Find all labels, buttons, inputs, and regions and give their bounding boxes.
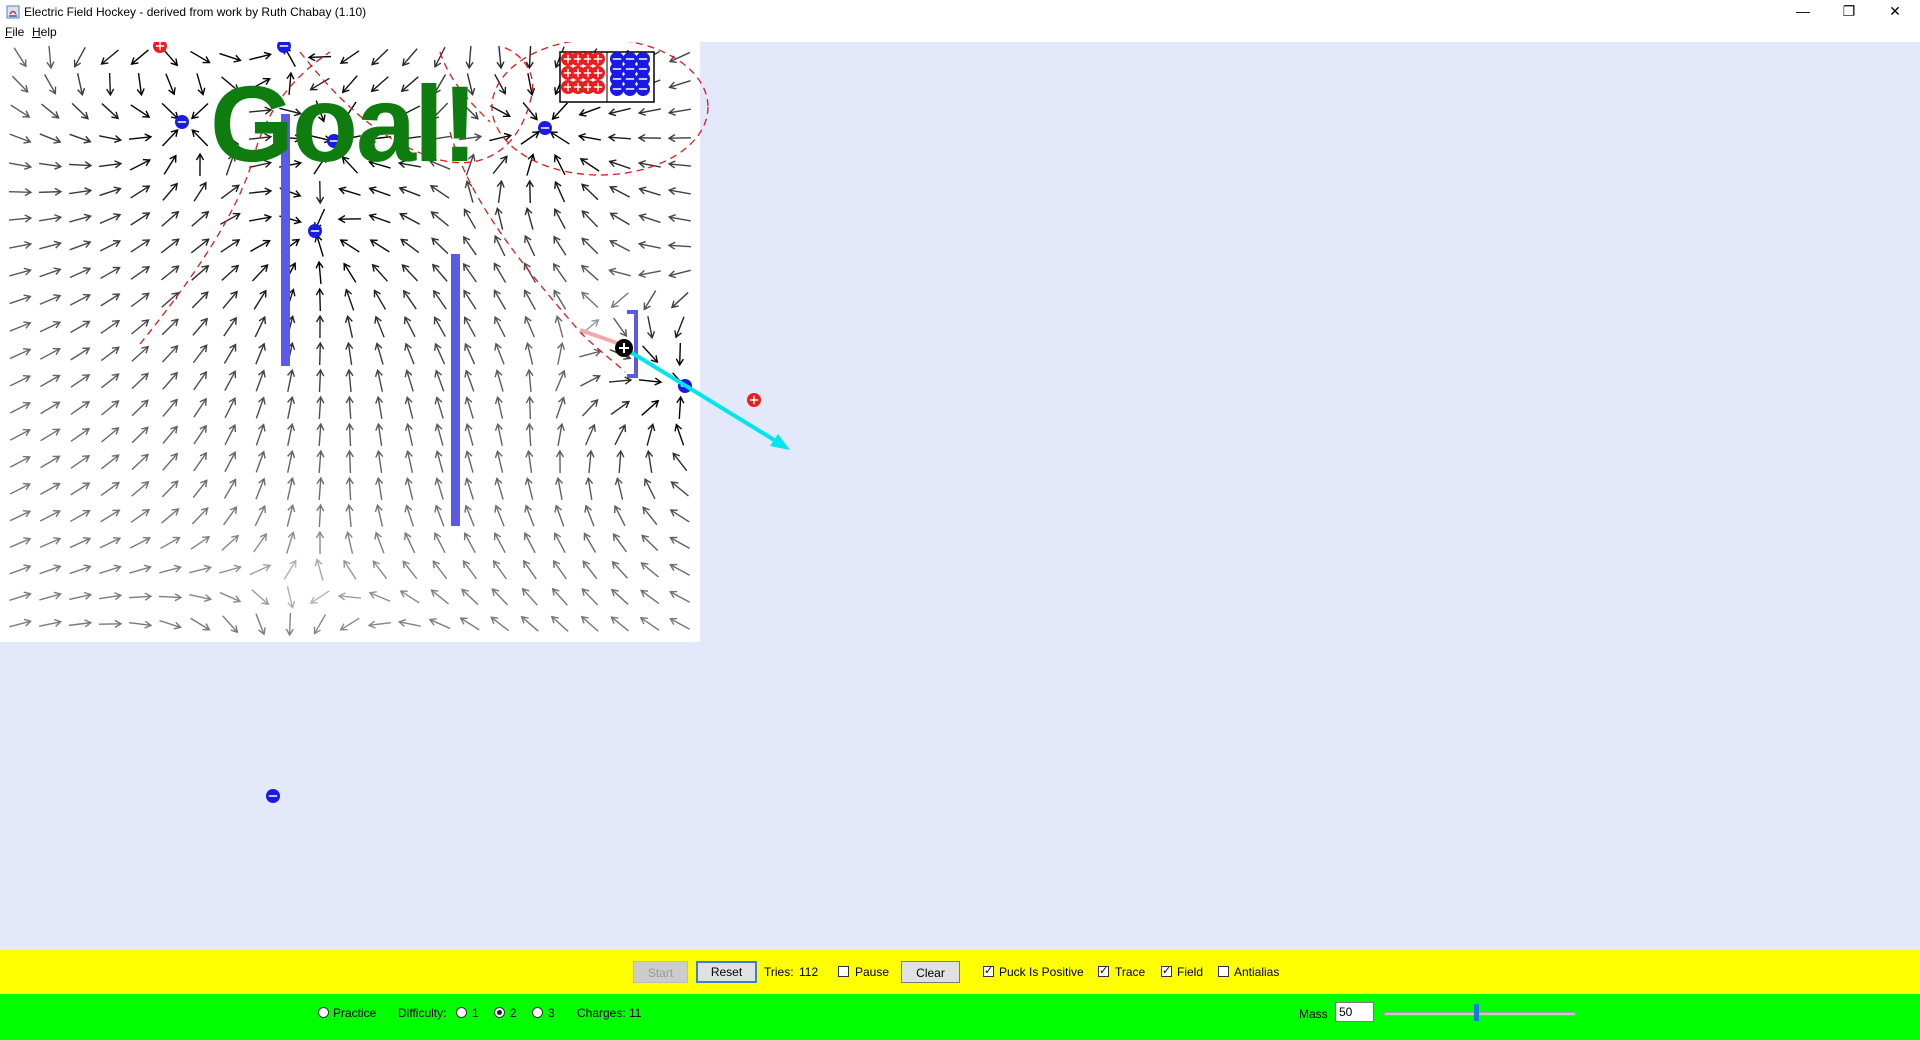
window-title: Electric Field Hockey - derived from wor…	[24, 5, 367, 19]
difficulty-2-radio[interactable]	[494, 1007, 505, 1018]
menu-help[interactable]: Help	[32, 25, 57, 39]
goal-message: Goal!	[210, 63, 478, 184]
plus-charge-icon[interactable]	[591, 80, 605, 94]
plus-charge-icon[interactable]	[591, 52, 605, 66]
minus-charge-icon[interactable]	[266, 789, 280, 803]
field-label: Field	[1177, 965, 1204, 979]
menu-file[interactable]: File	[5, 25, 24, 39]
puck-icon[interactable]	[615, 339, 633, 357]
minus-charge-icon[interactable]	[538, 121, 552, 135]
plus-charge-icon[interactable]	[591, 66, 605, 80]
tries-value: 112	[799, 965, 819, 979]
reset-button[interactable]: Reset	[696, 961, 757, 983]
puck-positive-label: Puck Is Positive	[999, 965, 1084, 979]
trace-checkbox[interactable]: ✓	[1098, 966, 1109, 977]
clear-button[interactable]: Clear	[901, 961, 960, 983]
title-bar: Electric Field Hockey - derived from wor…	[0, 0, 1920, 24]
close-button[interactable]: ✕	[1872, 0, 1918, 24]
control-toolbar: Start Reset Tries: 112 Pause Clear ✓ Puc…	[0, 950, 1920, 994]
antialias-checkbox[interactable]	[1218, 966, 1229, 977]
pause-label: Pause	[855, 965, 890, 979]
menu-bar: File Help	[0, 24, 1920, 42]
minus-charge-icon[interactable]	[610, 82, 624, 96]
field-checkbox[interactable]: ✓	[1161, 966, 1172, 977]
minimize-button[interactable]: —	[1780, 0, 1826, 24]
minus-charge-icon[interactable]	[308, 224, 322, 238]
difficulty-1-radio[interactable]	[456, 1007, 467, 1018]
wall-bar	[451, 254, 460, 526]
difficulty-1-label: 1	[472, 1006, 479, 1020]
difficulty-2-label: 2	[510, 1006, 517, 1020]
antialias-label: Antialias	[1234, 965, 1280, 979]
mass-slider-thumb[interactable]	[1474, 1004, 1479, 1021]
minus-charge-icon[interactable]	[175, 115, 189, 129]
practice-label: Practice	[333, 1006, 377, 1020]
mass-input[interactable]	[1335, 1002, 1374, 1022]
plus-charge-icon[interactable]	[747, 393, 761, 407]
minus-charge-icon[interactable]	[636, 82, 650, 96]
playfield-canvas[interactable]: Goal!	[0, 42, 1920, 950]
difficulty-toolbar: Practice Difficulty: 1 2 3 Charges: 11 M…	[0, 994, 1920, 1040]
trace-label: Trace	[1115, 965, 1146, 979]
pause-checkbox[interactable]	[838, 966, 849, 977]
java-app-icon	[6, 5, 20, 19]
difficulty-label: Difficulty:	[398, 1006, 447, 1020]
start-button[interactable]: Start	[633, 961, 688, 983]
difficulty-3-radio[interactable]	[532, 1007, 543, 1018]
force-vector-head	[770, 434, 790, 450]
maximize-button[interactable]: ❐	[1826, 0, 1872, 24]
minus-charge-icon[interactable]	[623, 82, 637, 96]
mass-slider-track[interactable]	[1384, 1012, 1576, 1016]
tries-label: Tries:	[764, 965, 794, 979]
practice-radio[interactable]	[318, 1007, 329, 1018]
difficulty-3-label: 3	[548, 1006, 555, 1020]
puck-positive-checkbox[interactable]: ✓	[983, 966, 994, 977]
mass-label: Mass	[1299, 1007, 1328, 1021]
charges-count: Charges: 11	[577, 1006, 642, 1020]
